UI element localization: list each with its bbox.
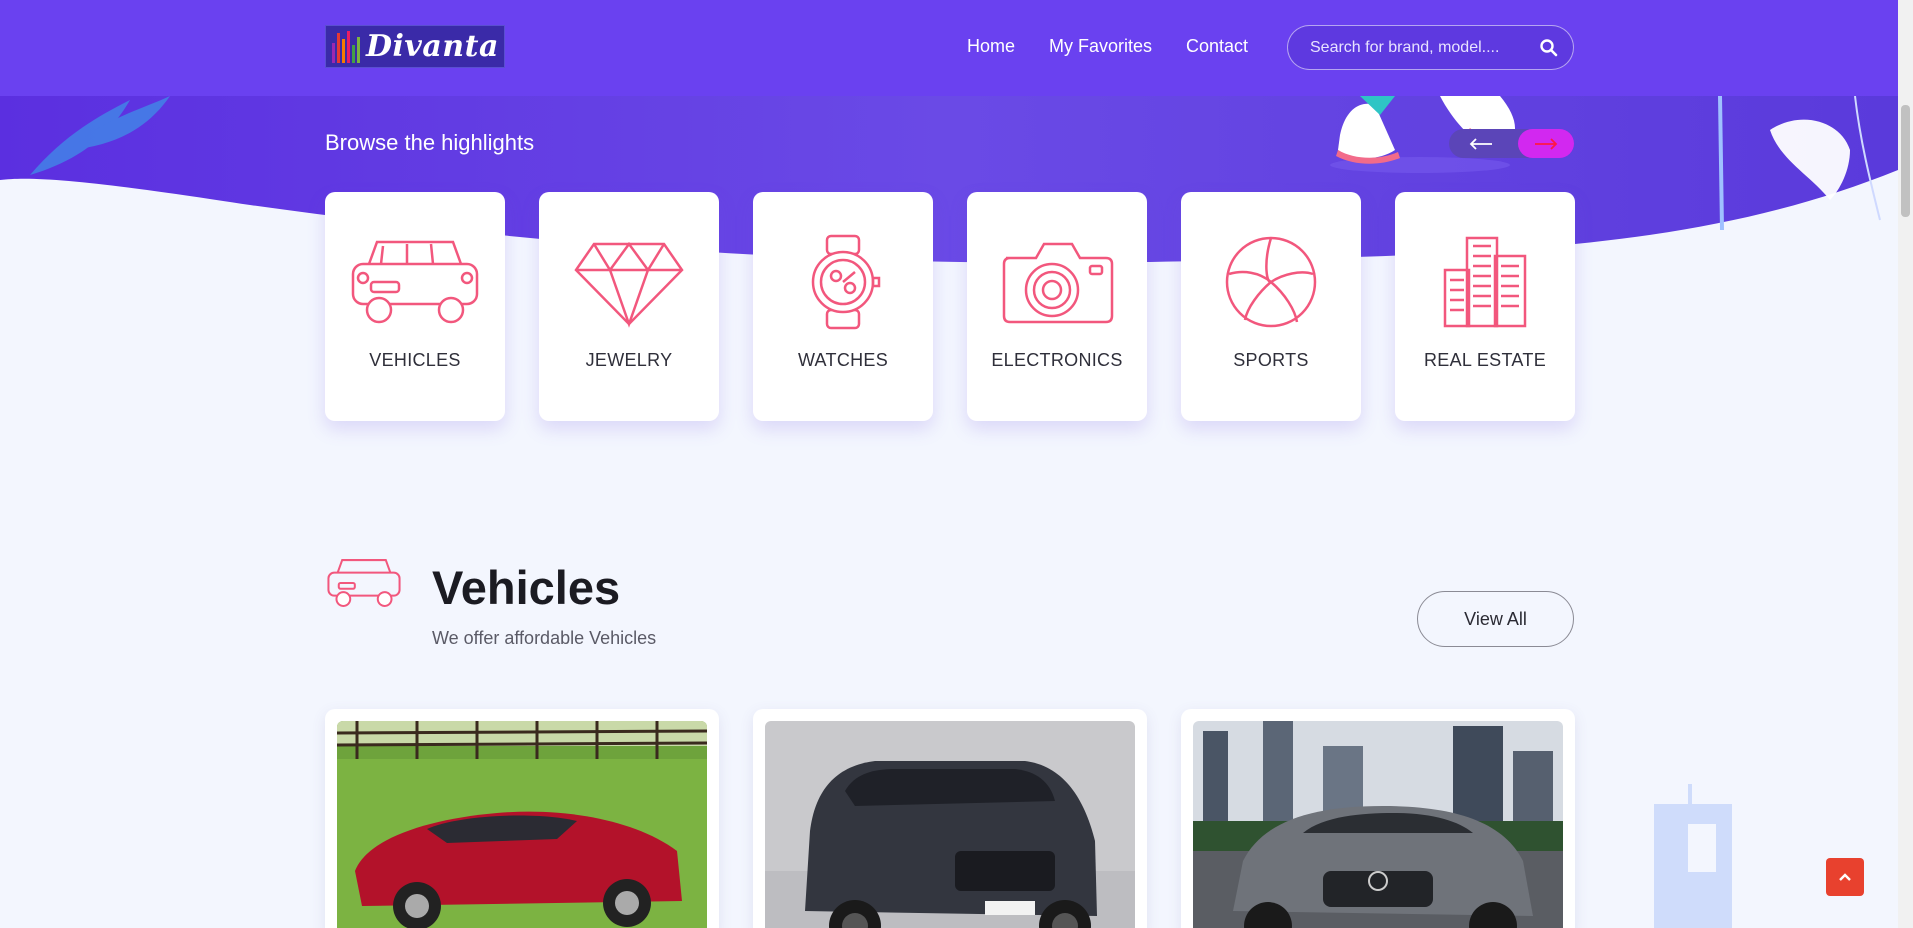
page-scrollbar[interactable] — [1898, 0, 1913, 928]
browse-highlights-title: Browse the highlights — [325, 130, 535, 155]
car-icon — [351, 240, 479, 324]
carousel-prev-button[interactable] — [1453, 129, 1509, 158]
silver-sedan-photo[interactable] — [1193, 721, 1563, 928]
category-card-jewelry[interactable]: JEWELRY — [539, 192, 719, 421]
nav-my-favorites[interactable]: My Favorites — [1049, 36, 1152, 57]
diamond-icon — [574, 241, 684, 328]
volleyball-icon — [1225, 236, 1317, 328]
category-label-jewelry: JEWELRY — [585, 350, 673, 370]
back-to-top-button[interactable] — [1826, 858, 1864, 896]
category-label-electronics: ELECTRONICS — [991, 350, 1123, 370]
arrow-right-icon — [1535, 137, 1558, 150]
category-card-vehicles[interactable]: VEHICLES — [325, 192, 505, 421]
product-card[interactable] — [325, 709, 719, 928]
category-label-vehicles: VEHICLES — [369, 350, 461, 370]
nav-home[interactable]: Home — [967, 36, 1015, 57]
logo-bars-icon — [332, 30, 360, 63]
chevron-up-icon — [1839, 873, 1851, 881]
product-card[interactable] — [753, 709, 1147, 928]
section-title: Vehicles — [432, 561, 621, 614]
category-card-watches[interactable]: WATCHES — [753, 192, 933, 421]
scrollbar-thumb[interactable] — [1901, 105, 1910, 217]
logo-text: Divanta — [366, 29, 499, 64]
carousel-next-button[interactable] — [1518, 129, 1574, 158]
category-card-electronics[interactable]: ELECTRONICS — [967, 192, 1147, 421]
product-card[interactable] — [1181, 709, 1575, 928]
buildings-icon — [1443, 236, 1527, 328]
watch-icon — [811, 234, 881, 330]
nav-contact[interactable]: Contact — [1186, 36, 1248, 57]
red-sports-coupe-photo[interactable] — [337, 721, 707, 928]
category-label-real-estate: REAL ESTATE — [1424, 350, 1546, 370]
vehicles-section-car-icon — [327, 559, 401, 607]
carousel-arrows — [1449, 129, 1574, 158]
category-label-watches: WATCHES — [797, 350, 889, 370]
arrow-left-icon — [1469, 137, 1492, 150]
brand-logo[interactable]: Divanta — [325, 25, 505, 68]
search-bar — [1287, 25, 1574, 70]
top-navbar: Divanta Home My Favorites Contact — [0, 0, 1898, 96]
decorative-building-icon — [1654, 784, 1732, 928]
search-input[interactable] — [1310, 38, 1539, 57]
camera-icon — [1002, 242, 1114, 324]
section-subtitle: We offer affordable Vehicles — [432, 628, 657, 648]
category-label-sports: SPORTS — [1233, 350, 1309, 370]
dark-suv-photo[interactable] — [765, 721, 1135, 928]
category-card-real-estate[interactable]: REAL ESTATE — [1395, 192, 1575, 421]
category-card-sports[interactable]: SPORTS — [1181, 192, 1361, 421]
search-icon[interactable] — [1539, 38, 1559, 58]
view-all-button[interactable]: View All — [1417, 591, 1574, 647]
